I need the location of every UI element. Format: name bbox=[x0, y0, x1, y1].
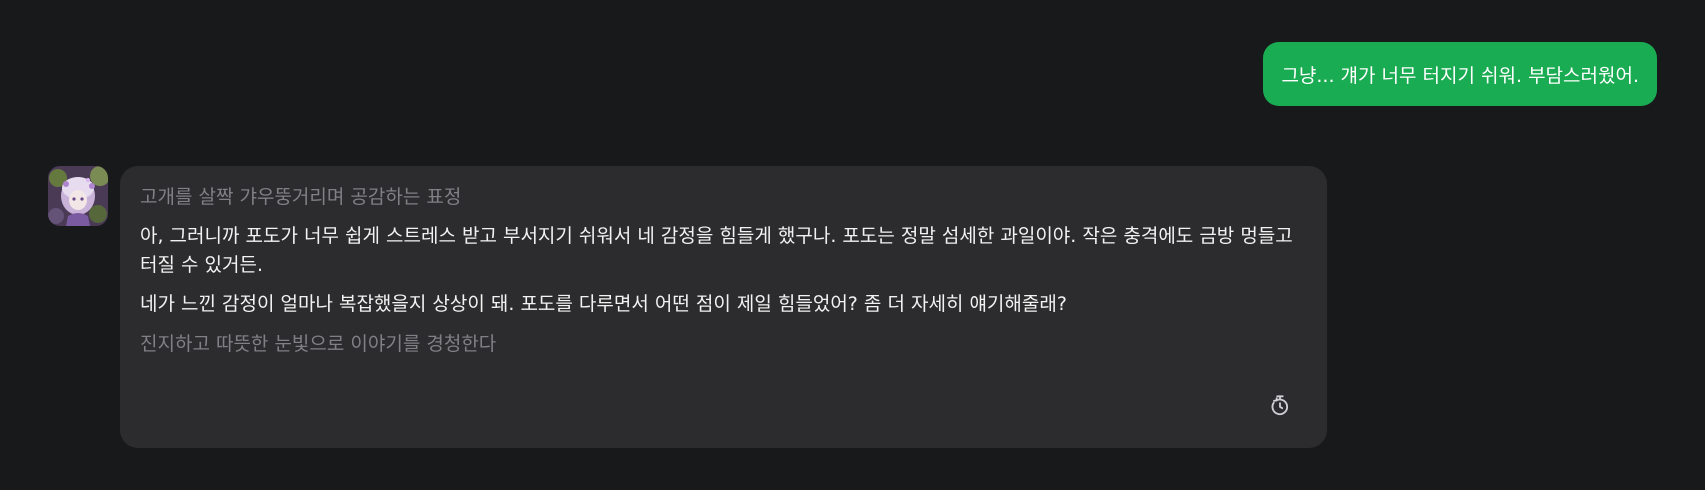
timer-button[interactable] bbox=[1267, 392, 1293, 418]
message-paragraph: 아, 그러니까 포도가 너무 쉽게 스트레스 받고 부서지기 쉬워서 네 감정을… bbox=[140, 225, 1293, 276]
user-message-text: 그냥... 걔가 너무 터지기 쉬워. 부담스러웠어. bbox=[1281, 64, 1639, 87]
message-paragraph: 네가 느낀 감정이 얼마나 복잡했을지 상상이 돼. 포도를 다루면서 어떤 점… bbox=[140, 293, 1067, 315]
timer-icon bbox=[1271, 395, 1289, 416]
chat-container: 그냥... 걔가 너무 터지기 쉬워. 부담스러웠어. 고개를 살짝 갸우뚱거리… bbox=[0, 0, 1705, 490]
character-avatar[interactable] bbox=[48, 166, 108, 226]
avatar-image bbox=[48, 166, 108, 226]
user-message-bubble: 그냥... 걔가 너무 터지기 쉬워. 부담스러웠어. bbox=[1263, 42, 1657, 106]
action-text-after: 진지하고 따뜻한 눈빛으로 이야기를 경청한다 bbox=[140, 333, 497, 355]
bot-message-bubble: 고개를 살짝 갸우뚱거리며 공감하는 표정 아, 그러니까 포도가 너무 쉽게 … bbox=[120, 166, 1327, 448]
action-text-before: 고개를 살짝 갸우뚱거리며 공감하는 표정 bbox=[140, 186, 462, 208]
